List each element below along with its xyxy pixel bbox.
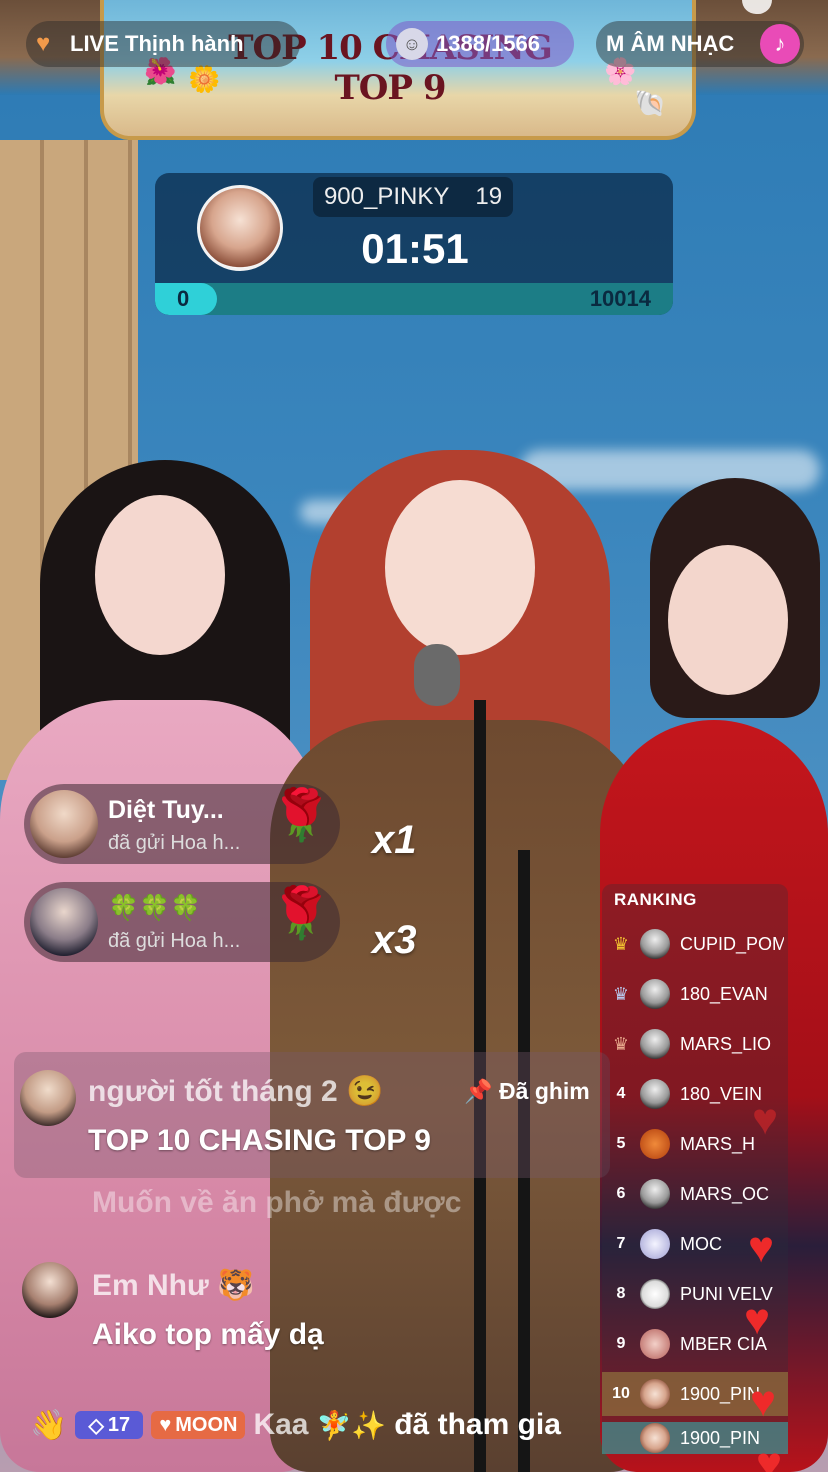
ranking-number: 7	[616, 1235, 626, 1252]
ranking-avatar	[640, 1129, 670, 1159]
battle-left-score: 0	[177, 286, 190, 311]
ranking-avatar	[640, 1329, 670, 1359]
chat-message-faded: Muốn về ăn phở mà được	[92, 1186, 462, 1219]
join-text: đã tham gia	[394, 1408, 561, 1441]
ranking-number: 6	[616, 1185, 626, 1202]
fan-club-badge-label: MOON	[175, 1413, 238, 1436]
live-trending-label: LIVE Thịnh hành	[70, 31, 244, 56]
viewer-count: 1388/1566	[436, 31, 540, 56]
chat-avatar[interactable]	[22, 1262, 78, 1318]
battle-right-score: 10014	[589, 286, 651, 311]
gift-count: x1	[372, 818, 417, 862]
gold-crown-icon: ♛	[612, 933, 630, 954]
gift-notification: Diệt Tuy... đã gửi Hoa h... 🌹	[24, 784, 340, 864]
ranking-row[interactable]: 6 MARS_OC	[602, 1172, 788, 1216]
rose-icon: 🌹	[270, 885, 333, 941]
pin-icon: 📌	[464, 1078, 493, 1104]
gift-sender-avatar[interactable]	[30, 888, 98, 956]
like-heart-icon: ♥	[748, 1223, 775, 1272]
battle-user-rank: 19	[475, 183, 503, 210]
ranking-avatar	[640, 1179, 670, 1209]
silver-crown-icon: ♛	[612, 983, 630, 1004]
ranking-panel[interactable]: RANKING ♛ CUPID_POM ♛ 180_EVAN ♛ MARS_LI…	[602, 884, 788, 1454]
ranking-avatar	[640, 929, 670, 959]
viewer-count-button[interactable]: ☺ 1388/1566	[386, 21, 574, 67]
viewer-avatar-icon: ☺	[396, 28, 428, 60]
cloud	[520, 450, 820, 490]
wave-hand-icon: 👋	[30, 1408, 68, 1442]
chat-user: Em Như 🐯	[92, 1269, 255, 1302]
rose-icon: 🌹	[270, 787, 333, 843]
diamond-icon: ◇	[88, 1414, 104, 1437]
fairy-sparkle-icon: 🧚✨	[316, 1409, 387, 1441]
gift-action: đã gửi Hoa h...	[108, 930, 241, 952]
heart-icon: ♥	[159, 1413, 172, 1436]
gift-action: đã gửi Hoa h...	[108, 832, 241, 854]
fan-club-badge: ♥ MOON	[151, 1411, 246, 1439]
live-trending-button[interactable]: ♥ LIVE Thịnh hành	[26, 21, 300, 67]
level-badge: ◇ 17	[75, 1411, 144, 1439]
join-notification: 👋 ◇ 17 ♥ MOON Kaa 🧚✨ đã tham gia	[30, 1402, 561, 1448]
battle-progress-bar: 0 10014	[155, 283, 673, 315]
battle-user-avatar[interactable]	[197, 185, 283, 271]
gift-sender-name: 🍀🍀🍀	[108, 894, 202, 922]
gift-sender-avatar[interactable]	[30, 790, 98, 858]
ranking-row[interactable]: ♛ CUPID_POM	[602, 922, 788, 966]
ranking-number: 4	[616, 1085, 626, 1102]
ranking-name: MARS_OC	[680, 1183, 770, 1204]
battle-user-label: 900_PINKY 19	[313, 177, 513, 217]
pinned-comment[interactable]	[14, 1052, 610, 1178]
music-category-button[interactable]: M ÂM NHẠC ♪	[596, 21, 804, 67]
ranking-row[interactable]: ♛ MARS_LIO	[602, 1022, 788, 1066]
gift-notification: 🍀🍀🍀 đã gửi Hoa h... 🌹	[24, 882, 340, 962]
battle-timer: 01:51	[361, 225, 469, 272]
ranking-name: 180_EVAN	[680, 983, 768, 1004]
pinned-comment-user: người tốt tháng 2 😉	[88, 1075, 384, 1108]
chat-message: Aiko top mấy dạ	[92, 1318, 324, 1351]
ranking-name: MARS_LIO	[680, 1033, 772, 1054]
ranking-title: RANKING	[614, 890, 697, 909]
microphone	[414, 644, 460, 706]
like-heart-icon: ♥	[744, 1295, 771, 1344]
chat-avatar[interactable]	[20, 1070, 76, 1126]
ranking-avatar	[640, 1229, 670, 1259]
gift-count: x3	[372, 918, 417, 962]
ranking-avatar	[640, 979, 670, 1009]
ranking-name: CUPID_POM	[680, 933, 784, 954]
pinned-label: 📌 Đã ghim	[464, 1078, 590, 1105]
pinned-comment-message: TOP 10 CHASING TOP 9	[88, 1124, 431, 1157]
join-user-name: Kaa	[253, 1408, 309, 1441]
music-category-label: M ÂM NHẠC	[606, 31, 735, 56]
music-note-icon: ♪	[760, 24, 800, 64]
battle-user-name: 900_PINKY	[323, 183, 450, 210]
ranking-avatar	[640, 1079, 670, 1109]
ranking-avatar	[640, 1379, 670, 1409]
ranking-avatar	[640, 1279, 670, 1309]
ranking-avatar	[640, 1423, 670, 1453]
ranking-number: 5	[616, 1135, 626, 1152]
ranking-row[interactable]: ♛ 180_EVAN	[602, 972, 788, 1016]
ranking-number: 10	[612, 1385, 630, 1402]
shell-icon: 🐚	[634, 88, 667, 118]
battle-panel: 900_PINKY 19 01:51 0 10014	[155, 173, 673, 315]
ranking-avatar	[640, 1029, 670, 1059]
like-heart-icon: ♥	[756, 1439, 783, 1472]
bronze-crown-icon: ♛	[612, 1033, 630, 1054]
ranking-number: 9	[616, 1335, 626, 1352]
pinned-label-text: Đã ghim	[499, 1078, 590, 1104]
level-badge-value: 17	[107, 1413, 131, 1436]
like-heart-icon: ♥	[750, 1377, 777, 1426]
like-heart-icon: ♥	[752, 1095, 779, 1144]
gift-sender-name: Diệt Tuy...	[108, 796, 224, 824]
ranking-number: 8	[616, 1285, 626, 1302]
heart-icon: ♥	[36, 30, 51, 57]
